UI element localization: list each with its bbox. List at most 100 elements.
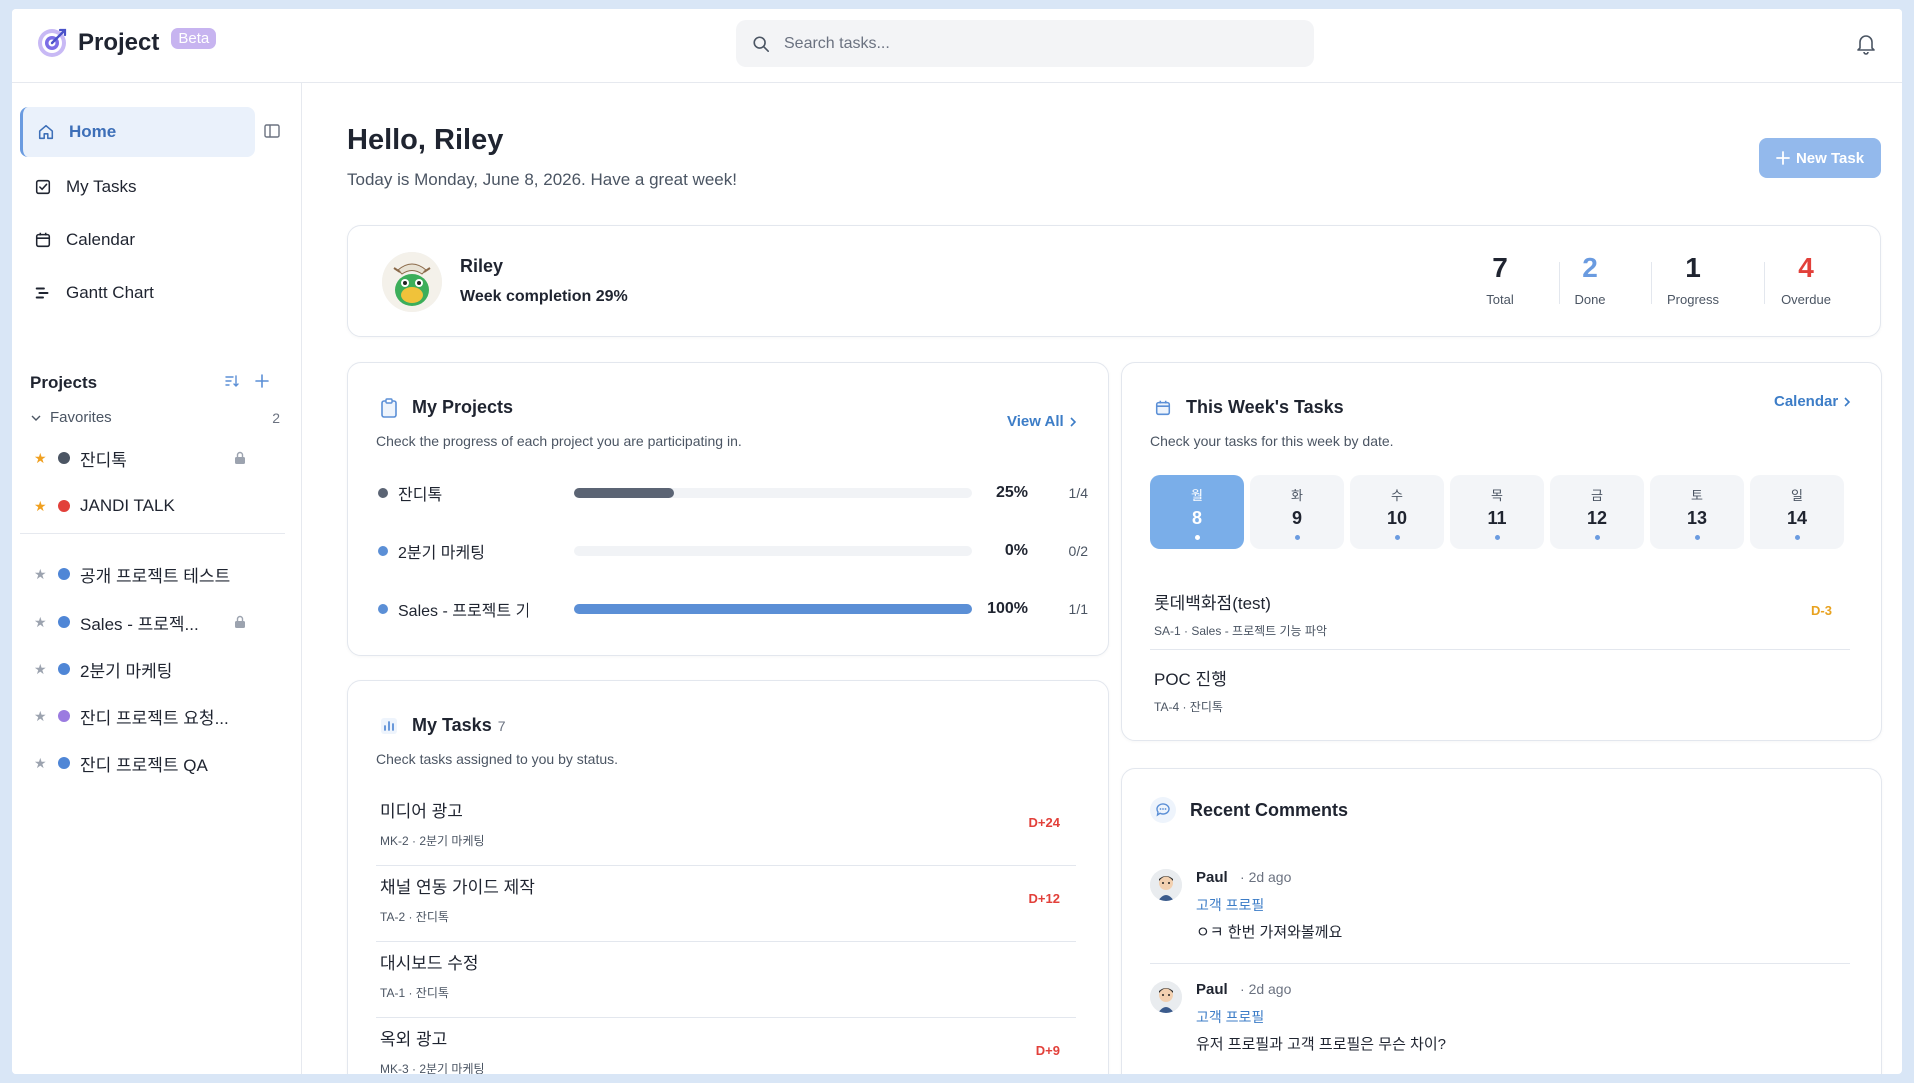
sidebar-project-item[interactable]: ★ Sales - 프로젝...	[34, 607, 284, 637]
comment-text: ㅇㅋ 한번 가져와볼께요	[1196, 924, 1343, 941]
star-icon[interactable]: ★	[34, 566, 48, 583]
sidebar-project-item[interactable]: ★ 잔디 프로젝트 요청...	[34, 701, 284, 731]
week-task-meta: SA-1 · Sales - 프로젝트 기능 파악	[1154, 624, 1328, 638]
day-name: 월	[1191, 488, 1203, 503]
project-progress-name: 2분기 마케팅	[398, 545, 485, 562]
nav-home[interactable]: Home	[20, 107, 255, 157]
project-progress-row[interactable]: 잔디톡 25% 1/4	[378, 481, 1088, 505]
project-color-dot	[58, 500, 70, 512]
progress-percent: 0%	[1004, 542, 1028, 559]
my-projects-title-text: My Projects	[412, 397, 514, 417]
favorites-toggle[interactable]: Favorites 2	[30, 409, 280, 426]
task-item[interactable]: 미디어 광고 MK-2 · 2분기 마케팅 D+24	[380, 797, 1070, 849]
stat-progress: 1 Progress	[1653, 252, 1733, 307]
progress-fraction: 1/4	[1068, 485, 1088, 501]
sidebar-project-item[interactable]: ★ 잔디톡	[34, 443, 284, 473]
sidebar-project-item[interactable]: ★ 공개 프로젝트 테스트	[34, 559, 284, 589]
day-date: 9	[1291, 508, 1302, 528]
task-item[interactable]: 대시보드 수정 TA-1 · 잔디톡	[380, 949, 1070, 1001]
day-chip-sun[interactable]: 일 14	[1750, 475, 1844, 549]
day-chip-tue[interactable]: 화 9	[1250, 475, 1344, 549]
day-chip-wed[interactable]: 수 10	[1350, 475, 1444, 549]
progress-fraction: 0/2	[1068, 543, 1088, 559]
calendar-icon	[1155, 400, 1171, 415]
week-task-title: 롯데백화점(test)	[1154, 594, 1271, 613]
nav-calendar[interactable]: Calendar	[20, 215, 255, 265]
day-chip-thu[interactable]: 목 11	[1450, 475, 1544, 549]
task-meta: TA-2 · 잔디톡	[380, 910, 449, 924]
sort-icon[interactable]	[224, 373, 240, 389]
my-tasks-title-text: My Tasks	[412, 715, 492, 735]
project-name: 잔디 프로젝트 QA	[80, 755, 208, 775]
star-icon[interactable]: ★	[34, 450, 48, 467]
calendar-link[interactable]: Calendar	[1774, 393, 1852, 410]
chevron-down-icon	[31, 415, 41, 421]
comment-project-link[interactable]: 고객 프로필	[1196, 895, 1264, 915]
my-tasks-desc: Check tasks assigned to you by status.	[376, 751, 619, 767]
day-chip-mon[interactable]: 월 8	[1150, 475, 1244, 549]
sidebar-collapse-icon[interactable]	[264, 123, 280, 139]
nav-gantt-chart[interactable]: Gantt Chart	[20, 268, 255, 318]
week-task-meta: TA-4 · 잔디톡	[1154, 700, 1223, 714]
search-input[interactable]	[784, 34, 1264, 53]
comment-time-text: 2d ago	[1248, 869, 1292, 885]
stat-overdue: 4 Overdue	[1766, 252, 1846, 307]
stat-progress-value: 1	[1685, 252, 1701, 283]
search-bar[interactable]	[736, 20, 1314, 67]
star-icon[interactable]: ★	[34, 708, 48, 725]
avatar	[1150, 869, 1182, 901]
new-task-label: New Task	[1795, 149, 1865, 167]
plus-icon	[1776, 151, 1790, 165]
day-name: 금	[1591, 488, 1603, 503]
comment-author: Paul	[1196, 981, 1228, 998]
task-dday: D+12	[1028, 891, 1060, 906]
comment-time-text: 2d ago	[1248, 981, 1292, 997]
home-icon	[38, 124, 54, 140]
task-title: 미디어 광고	[380, 802, 463, 821]
week-task-item[interactable]: 롯데백화점(test) SA-1 · Sales - 프로젝트 기능 파악 D-…	[1154, 589, 1844, 639]
beta-badge: Beta	[171, 27, 217, 49]
day-chip-fri[interactable]: 금 12	[1550, 475, 1644, 549]
day-chip-sat[interactable]: 토 13	[1650, 475, 1744, 549]
nav-gantt-chart-label: Gantt Chart	[66, 283, 154, 302]
star-icon[interactable]: ★	[34, 614, 48, 631]
day-date: 13	[1686, 508, 1708, 528]
logo[interactable]: Project Beta	[36, 27, 217, 59]
task-item[interactable]: 채널 연동 가이드 제작 TA-2 · 잔디톡 D+12	[380, 873, 1070, 925]
new-task-button[interactable]: New Task	[1759, 138, 1881, 178]
bell-icon[interactable]	[1856, 33, 1876, 55]
week-task-dday: D-3	[1811, 603, 1832, 618]
nav-my-tasks[interactable]: My Tasks	[20, 162, 255, 212]
task-divider	[376, 1017, 1076, 1018]
add-project-icon[interactable]	[254, 373, 270, 389]
gantt-icon	[35, 287, 49, 299]
star-icon[interactable]: ★	[34, 498, 48, 515]
sidebar-project-item[interactable]: ★ JANDI TALK	[34, 491, 284, 521]
checkbox-icon	[35, 179, 51, 195]
task-title: 채널 연동 가이드 제작	[380, 878, 535, 897]
page-title: Hello, Riley	[347, 124, 504, 156]
project-progress-row[interactable]: 2분기 마케팅 0% 0/2	[378, 539, 1088, 563]
progress-fraction: 1/1	[1068, 601, 1088, 617]
avatar	[382, 252, 442, 312]
task-divider	[376, 865, 1076, 866]
comment-time: · 2d ago	[1240, 869, 1292, 885]
chevron-right-icon	[1844, 396, 1851, 407]
star-icon[interactable]: ★	[34, 755, 48, 772]
week-task-divider	[1150, 649, 1850, 650]
progress-fill	[574, 604, 972, 614]
star-icon[interactable]: ★	[34, 661, 48, 678]
my-projects-desc: Check the progress of each project you a…	[376, 433, 742, 449]
project-progress-row[interactable]: Sales - 프로젝트 기능 파악 100% 1/1	[378, 597, 1088, 621]
stat-total-value: 7	[1492, 252, 1508, 283]
task-title: 옥외 광고	[380, 1030, 448, 1049]
day-date: 14	[1786, 508, 1808, 528]
week-task-item[interactable]: POC 진행 TA-4 · 잔디톡	[1154, 665, 1844, 715]
target-logo-icon	[38, 28, 67, 57]
comment-project-link[interactable]: 고객 프로필	[1196, 1007, 1264, 1027]
sidebar-project-item[interactable]: ★ 2분기 마케팅	[34, 654, 284, 684]
sidebar-project-item[interactable]: ★ 잔디 프로젝트 QA	[34, 748, 284, 778]
calendar-link-label: Calendar	[1774, 393, 1839, 410]
view-all-link[interactable]: View All	[1007, 413, 1078, 430]
task-item[interactable]: 옥외 광고 MK-3 · 2분기 마케팅 D+9	[380, 1025, 1070, 1074]
